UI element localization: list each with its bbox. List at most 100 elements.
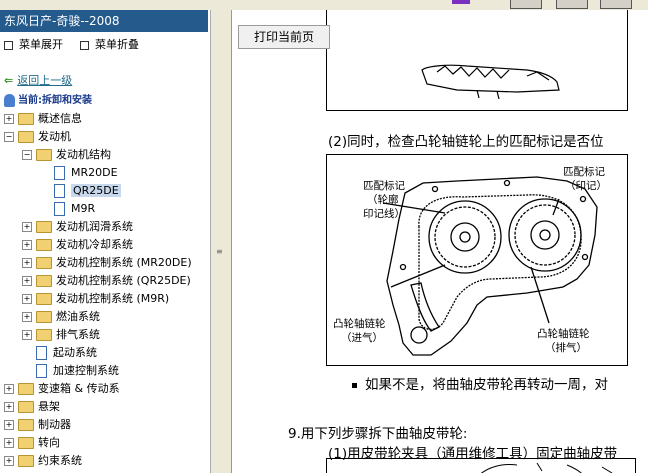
toolbar-button-3[interactable] xyxy=(600,0,632,9)
tree-item-control-m9r[interactable]: + 发动机控制系统 (M9R) xyxy=(22,290,169,308)
collapse-minus-icon[interactable]: − xyxy=(4,132,14,142)
tree-item-mr20de[interactable]: MR20DE xyxy=(54,164,118,182)
user-icon xyxy=(4,93,15,107)
folder-icon xyxy=(18,419,34,431)
cover-drawing xyxy=(421,64,560,100)
figure-label-exhaust-2: （排气） xyxy=(545,341,587,354)
menu-collapse-button[interactable]: 菜单折叠 xyxy=(80,36,139,54)
collapse-minus-icon[interactable]: − xyxy=(22,150,32,160)
tree-item-engine-structure[interactable]: − 发动机结构 xyxy=(22,146,111,164)
menu-expand-label: 菜单展开 xyxy=(19,38,63,51)
folder-icon xyxy=(36,293,52,305)
folder-icon xyxy=(36,311,52,323)
folder-icon xyxy=(36,221,52,233)
document-icon xyxy=(54,184,65,198)
tree-label: MR20DE xyxy=(71,166,118,179)
figure-label-intake-1: 凸轮轴链轮 xyxy=(333,317,386,330)
tree-item-control-mr20de[interactable]: + 发动机控制系统 (MR20DE) xyxy=(22,254,192,272)
tree-label: 发动机控制系统 (MR20DE) xyxy=(56,256,192,269)
figure-label-match-outline-1: 匹配标记 xyxy=(363,180,405,192)
expand-plus-icon[interactable]: + xyxy=(4,402,14,412)
expand-plus-icon[interactable]: + xyxy=(4,384,14,394)
tree-item-brakes[interactable]: + 制动器 xyxy=(4,416,71,434)
bullet-icon xyxy=(352,382,357,388)
folder-icon xyxy=(18,437,34,449)
tree-item-control-qr25de[interactable]: + 发动机控制系统 (QR25DE) xyxy=(22,272,191,290)
tree-item-starting[interactable]: 起动系统 xyxy=(36,344,97,362)
camshaft-sprocket-figure: 匹配标记 （轮廓 印记线） 匹配标记 （印记） 凸轮轴链轮 （进气） 凸轮轴链轮… xyxy=(326,154,628,366)
current-section-label: 当前:拆卸和安装 xyxy=(18,95,92,106)
tree-label: 发动机冷却系统 xyxy=(56,238,133,251)
expand-plus-icon[interactable]: + xyxy=(4,114,14,124)
folder-open-icon xyxy=(18,131,34,143)
current-section: 当前:拆卸和安装 xyxy=(4,92,92,110)
tree-item-accel-control[interactable]: 加速控制系统 xyxy=(36,362,119,380)
tree-label: 制动器 xyxy=(38,418,71,431)
expand-plus-icon[interactable]: + xyxy=(4,456,14,466)
tree-label: 发动机结构 xyxy=(56,148,111,161)
figure-label-match-print-1: 匹配标记 xyxy=(563,166,605,178)
tree-label: 悬架 xyxy=(38,400,60,413)
expand-plus-icon[interactable]: + xyxy=(22,294,32,304)
tree-item-overview[interactable]: + 概述信息 xyxy=(4,110,82,128)
collapse-icon xyxy=(80,40,89,50)
expand-icon xyxy=(4,40,13,50)
tree-label: 起动系统 xyxy=(53,346,97,359)
tree-label: 发动机 xyxy=(38,130,71,143)
tree-label: M9R xyxy=(71,202,96,215)
document-icon xyxy=(54,202,65,216)
expand-plus-icon[interactable]: + xyxy=(22,312,32,322)
tree-item-lubrication[interactable]: + 发动机润滑系统 xyxy=(22,218,133,236)
tree-item-engine[interactable]: − 发动机 xyxy=(4,128,71,146)
expand-plus-icon[interactable]: + xyxy=(4,438,14,448)
cover-illustration xyxy=(326,10,628,111)
folder-icon xyxy=(36,239,52,251)
document-icon xyxy=(36,364,47,378)
bottom-illustration xyxy=(326,458,636,473)
tree-label: 概述信息 xyxy=(38,112,82,125)
tree-label: 燃油系统 xyxy=(56,310,100,323)
tree-item-transmission[interactable]: + 变速箱 & 传动系 xyxy=(4,380,120,398)
expand-plus-icon[interactable]: + xyxy=(22,276,32,286)
tree-item-suspension[interactable]: + 悬架 xyxy=(4,398,60,416)
bullet-text: 如果不是，将曲轴皮带轮再转动一周，对 xyxy=(365,377,608,393)
tree-label: 加速控制系统 xyxy=(53,364,119,377)
expand-plus-icon[interactable]: + xyxy=(22,240,32,250)
tree-item-steering[interactable]: + 转向 xyxy=(4,434,60,452)
expand-plus-icon[interactable]: + xyxy=(4,420,14,430)
expand-plus-icon[interactable]: + xyxy=(22,222,32,232)
tree-item-fuel[interactable]: + 燃油系统 xyxy=(22,308,100,326)
tree-label: 发动机控制系统 (M9R) xyxy=(56,292,170,305)
tree-item-m9r[interactable]: M9R xyxy=(54,200,95,218)
camshaft-diagram: 匹配标记 （轮廓 印记线） 匹配标记 （印记） 凸轮轴链轮 （进气） 凸轮轴链轮… xyxy=(333,166,607,356)
menu-toggle-row: 菜单展开 菜单折叠 xyxy=(0,36,210,54)
tree-label-selected: QR25DE xyxy=(71,184,121,197)
bottom-drawing xyxy=(480,462,613,473)
menu-expand-button[interactable]: 菜单展开 xyxy=(4,36,63,54)
expand-plus-icon[interactable]: + xyxy=(22,258,32,268)
toolbar-button-1[interactable] xyxy=(510,0,542,9)
tree-label: 约束系统 xyxy=(38,454,82,467)
figure-label-intake-2: （进气） xyxy=(341,331,383,344)
top-toolbar-strip xyxy=(0,0,648,10)
figure-label-exhaust-1: 凸轮轴链轮 xyxy=(537,327,590,340)
folder-icon xyxy=(18,113,34,125)
tree-item-exhaust[interactable]: + 排气系统 xyxy=(22,326,100,344)
pane-splitter[interactable]: ≡ xyxy=(210,10,232,473)
folder-icon xyxy=(36,275,52,287)
tree-item-cooling[interactable]: + 发动机冷却系统 xyxy=(22,236,133,254)
print-page-button[interactable]: 打印当前页 xyxy=(238,25,330,49)
tree-item-restraint[interactable]: + 约束系统 xyxy=(4,452,82,470)
toolbar-button-2[interactable] xyxy=(556,0,588,9)
left-navigation-pane: 东风日产-奇骏--2008 菜单展开 菜单折叠 ⇐ 返回上一级 当前:拆卸和安装 … xyxy=(0,10,210,473)
bullet-item: 如果不是，将曲轴皮带轮再转动一周，对 xyxy=(352,373,608,393)
folder-icon xyxy=(36,257,52,269)
tree-label: 发动机控制系统 (QR25DE) xyxy=(56,274,191,287)
expand-plus-icon[interactable]: + xyxy=(22,330,32,340)
figure-label-match-outline-3: 印记线） xyxy=(363,207,405,220)
folder-icon xyxy=(18,455,34,467)
folder-icon xyxy=(18,401,34,413)
back-link[interactable]: ⇐ 返回上一级 xyxy=(4,72,72,90)
tree-item-qr25de[interactable]: QR25DE xyxy=(54,182,121,200)
folder-open-icon xyxy=(36,149,52,161)
